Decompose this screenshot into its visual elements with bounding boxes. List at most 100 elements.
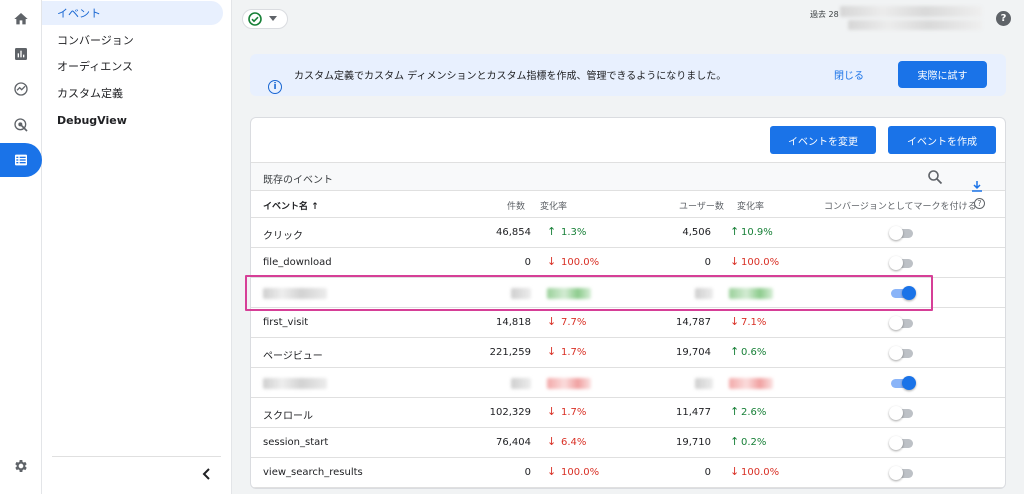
banner-try-button[interactable]: 実際に試す [898,61,987,88]
explore-icon[interactable] [6,74,36,104]
conversion-toggle[interactable] [889,466,915,480]
redacted-event-name [263,378,327,389]
conversion-toggle[interactable] [889,436,915,450]
event-name[interactable]: file_download [263,257,332,268]
conversion-toggle[interactable] [889,376,916,390]
user-count: 0 [704,467,711,478]
conversion-toggle[interactable] [889,226,915,240]
conversion-toggle[interactable] [889,406,915,420]
user-count: 19,710 [676,437,711,448]
info-banner: i カスタム定義でカスタム ディメンションとカスタム指標を作成、管理できるように… [250,54,1006,96]
arrow-up-icon: ↑ [730,405,740,418]
redacted-users [695,378,713,389]
info-icon: i [268,80,282,94]
toggle-knob [889,256,903,270]
event-count: 0 [524,257,531,268]
search-icon[interactable] [927,169,943,185]
table-header: イベント名 ↑ 件数 変化率 ユーザー数 変化率 コンバージョンとしてマークを付… [251,191,1005,218]
modify-event-button[interactable]: イベントを変更 [770,126,876,154]
help-icon[interactable]: ? [996,11,1011,26]
event-count: 76,404 [496,437,531,448]
conversion-toggle[interactable] [889,256,915,270]
toggle-knob [902,376,916,390]
user-change: 0.6% [741,347,767,358]
nav-item-events[interactable]: イベント [42,1,223,25]
nav-item-audiences[interactable]: オーディエンス [50,54,224,78]
arrow-down-icon: ↓ [730,255,740,268]
arrow-down-icon: ↓ [547,465,557,478]
event-change: 100.0% [561,467,600,478]
event-count: 102,329 [489,407,531,418]
conversion-toggle[interactable] [889,346,915,360]
highlight-box [245,275,933,311]
date-range-label[interactable]: 過去 28 [810,9,839,20]
event-change: 1.3% [561,227,587,238]
event-change: 1.7% [561,407,587,418]
user-count: 4,506 [682,227,711,238]
redacted-compare-range [848,20,982,30]
status-dropdown[interactable] [242,9,288,29]
event-change: 1.7% [561,347,587,358]
user-count: 0 [704,257,711,268]
event-name[interactable]: スクロール [263,407,313,422]
arrow-up-icon: ↑ [547,225,557,238]
redacted-date-range [840,6,982,17]
table-row: ページビュー 221,259 ↓ 1.7% 19,704 ↑ 0.6% [251,338,1005,368]
user-change: 2.6% [741,407,767,418]
section-title: 既存のイベント [263,175,333,186]
event-change: 7.7% [561,317,587,328]
table-row: クリック 46,854 ↑ 1.3% 4,506 ↑ 10.9% [251,218,1005,248]
arrow-down-icon: ↓ [547,255,557,268]
conversion-help-icon[interactable]: ? [974,198,985,209]
toggle-knob [889,466,903,480]
nav-divider [52,456,221,457]
user-change: 100.0% [741,257,780,268]
user-count: 11,477 [676,407,711,418]
col-users[interactable]: ユーザー数 [679,199,724,212]
user-count: 19,704 [676,347,711,358]
toggle-knob [889,436,903,450]
check-circle-icon [248,12,262,26]
arrow-down-icon: ↓ [547,435,557,448]
arrow-up-icon: ↑ [730,435,740,448]
settings-icon[interactable] [6,451,36,481]
event-name[interactable]: ページビュー [263,347,323,362]
user-change: 0.2% [741,437,767,448]
event-name[interactable]: クリック [263,227,303,242]
col-count[interactable]: 件数 [507,199,525,212]
nav-item-custom-definitions[interactable]: カスタム定義 [50,81,224,105]
col-change[interactable]: 変化率 [540,199,567,212]
nav-item-debugview[interactable]: DebugView [50,108,224,132]
event-change: 100.0% [561,257,600,268]
home-icon[interactable] [6,4,36,34]
create-event-button[interactable]: イベントを作成 [888,126,996,154]
col-users-change[interactable]: 変化率 [737,199,764,212]
conversion-toggle[interactable] [889,316,915,330]
side-nav: イベント コンバージョン オーディエンス カスタム定義 DebugView [42,0,232,494]
arrow-down-icon: ↓ [730,315,740,328]
toggle-knob [889,226,903,240]
configure-icon[interactable] [0,143,42,177]
nav-item-conversions[interactable]: コンバージョン [50,28,224,52]
banner-text: カスタム定義でカスタム ディメンションとカスタム指標を作成、管理できるようになり… [294,71,727,82]
user-change: 7.1% [741,317,767,328]
collapse-nav-icon[interactable] [198,466,214,482]
banner-close-link[interactable]: 閉じる [834,67,864,82]
arrow-down-icon: ↓ [547,345,557,358]
redacted-users-change [729,378,773,389]
advertising-icon[interactable] [6,110,36,140]
col-event-name[interactable]: イベント名 ↑ [263,199,319,212]
redacted-change [547,378,591,389]
section-header: 既存のイベント [251,162,1005,192]
col-conversion: コンバージョンとしてマークを付ける [824,202,977,212]
event-change: 6.4% [561,437,587,448]
left-rail [0,0,42,494]
reports-icon[interactable] [6,39,36,69]
arrow-down-icon: ↓ [730,465,740,478]
event-name[interactable]: session_start [263,437,328,448]
table-row: session_start 76,404 ↓ 6.4% 19,710 ↑ 0.2% [251,428,1005,458]
toggle-knob [889,316,903,330]
event-name[interactable]: first_visit [263,317,308,328]
event-name[interactable]: view_search_results [263,467,363,478]
user-count: 14,787 [676,317,711,328]
